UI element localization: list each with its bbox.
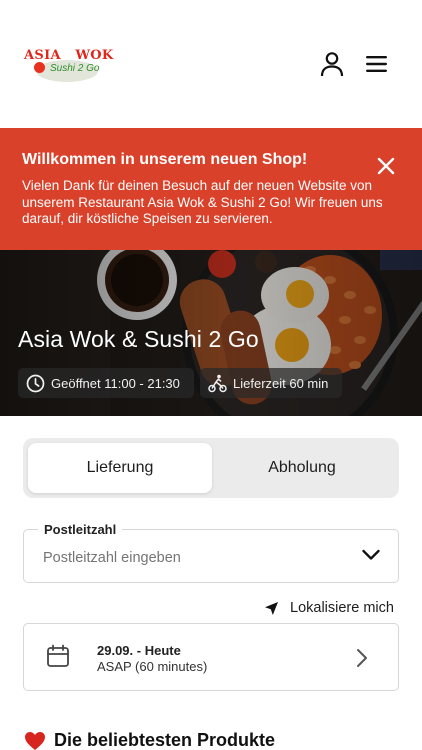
welcome-banner: Willkommen in unserem neuen Shop! Vielen… bbox=[0, 128, 422, 250]
postal-code-label: Postleitzahl bbox=[38, 522, 123, 537]
logo-wordmark: ASIA WOK bbox=[24, 48, 113, 63]
tab-pickup[interactable]: Abholung bbox=[210, 443, 394, 493]
account-button[interactable] bbox=[318, 50, 346, 78]
bike-courier-icon bbox=[208, 374, 227, 392]
opening-hours-text: Geöffnet 11:00 - 21:30 bbox=[51, 375, 180, 391]
chevron-down-icon[interactable] bbox=[362, 549, 380, 561]
delivery-date-selector[interactable]: 29.09. - Heute ASAP (60 minutes) bbox=[23, 623, 399, 691]
restaurant-name: Asia Wok & Sushi 2 Go bbox=[18, 326, 259, 352]
banner-title: Willkommen in unserem neuen Shop! bbox=[22, 151, 308, 168]
banner-text: Vielen Dank für deinen Besuch auf der ne… bbox=[22, 178, 383, 226]
locate-me-label: Lokalisiere mich bbox=[290, 600, 394, 616]
locate-me-button[interactable]: Lokalisiere mich bbox=[264, 598, 394, 618]
logo-sun-icon bbox=[34, 62, 45, 73]
postal-code-input[interactable] bbox=[43, 550, 343, 566]
calendar-icon bbox=[47, 644, 69, 667]
location-arrow-icon bbox=[265, 601, 278, 615]
app-header: ASIA WOK Sushi 2 Go bbox=[0, 0, 422, 128]
delivery-time-text: Lieferzeit 60 min bbox=[233, 375, 329, 391]
logo-tagline: Sushi 2 Go bbox=[50, 63, 100, 74]
tab-delivery[interactable]: Lieferung bbox=[28, 443, 212, 493]
chevron-right-icon bbox=[357, 649, 367, 667]
user-icon bbox=[320, 52, 344, 77]
menu-button[interactable] bbox=[363, 50, 391, 78]
section-title: Die beliebtesten Produkte bbox=[54, 730, 276, 750]
delivery-date: 29.09. - Heute bbox=[97, 643, 181, 658]
logo-word-asia: ASIA bbox=[24, 48, 61, 63]
logo-word-wok: WOK bbox=[75, 48, 114, 63]
opening-hours-chip: Geöffnet 11:00 - 21:30 bbox=[18, 368, 194, 398]
hamburger-menu-icon bbox=[366, 56, 387, 72]
restaurant-hero: Asia Wok & Sushi 2 Go Geöffnet 11:00 - 2… bbox=[0, 250, 422, 416]
postal-code-field[interactable]: Postleitzahl bbox=[23, 522, 399, 583]
order-type-toggle: Lieferung Abholung bbox=[23, 438, 399, 498]
banner-close-button[interactable] bbox=[374, 154, 398, 178]
delivery-time-slot: ASAP (60 minutes) bbox=[97, 659, 208, 674]
heart-icon bbox=[25, 731, 45, 750]
clock-icon bbox=[26, 374, 45, 392]
popular-products-heading: Die beliebtesten Produkte bbox=[24, 730, 275, 750]
restaurant-logo[interactable]: ASIA WOK Sushi 2 Go bbox=[22, 46, 113, 86]
delivery-time-chip: Lieferzeit 60 min bbox=[200, 368, 342, 398]
close-icon bbox=[377, 157, 395, 175]
